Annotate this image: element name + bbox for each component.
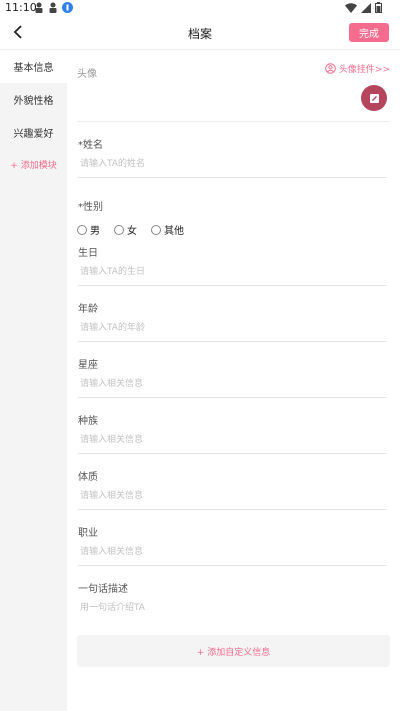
oneliner-label: 一句话描述 [78, 584, 128, 595]
name-input[interactable] [78, 150, 387, 178]
user-circle-icon [325, 63, 336, 74]
status-time: 11:10 [5, 1, 37, 14]
done-button[interactable]: 完成 [349, 23, 389, 42]
person-icon [49, 2, 57, 13]
gender-radio-male[interactable]: 男 [77, 222, 100, 237]
avatar-row: 头像 头像挂件>> [77, 62, 390, 80]
oneliner-field: 一句话描述 [78, 580, 387, 622]
edit-icon [369, 93, 379, 103]
zodiac-field: 星座 [78, 356, 387, 398]
oneliner-input[interactable] [78, 594, 387, 622]
race-field: 种族 [78, 412, 387, 454]
person-icon [35, 2, 43, 13]
notification-app-icon [62, 2, 73, 13]
job-input[interactable] [78, 538, 387, 566]
header: 档案 完成 [0, 16, 400, 50]
gender-label: *性别 [78, 202, 103, 213]
job-field: 职业 [78, 524, 387, 566]
job-label: 职业 [78, 528, 98, 539]
sidebar-item-appearance[interactable]: 外貌性格 [0, 83, 67, 116]
gender-field: *性别 [78, 198, 387, 213]
race-label: 种族 [78, 416, 98, 427]
radio-circle-icon [151, 224, 161, 235]
radio-circle-icon [114, 224, 124, 235]
avatar-widget-link[interactable]: 头像挂件>> [325, 62, 390, 75]
zodiac-input[interactable] [78, 370, 387, 398]
status-bar: 11:10 [0, 0, 400, 16]
signal-icon [361, 2, 371, 13]
birthday-label: 生日 [78, 248, 98, 259]
physique-label: 体质 [78, 472, 98, 483]
age-label: 年龄 [78, 304, 98, 315]
sidebar-item-hobbies[interactable]: 兴趣爱好 [0, 116, 67, 149]
status-right-icons [345, 2, 382, 13]
age-field: 年龄 [78, 300, 387, 342]
gender-option-label: 其他 [164, 226, 184, 237]
birthday-field: 生日 [78, 244, 387, 286]
avatar-widget-label: 头像挂件>> [338, 65, 390, 75]
gender-radio-female[interactable]: 女 [114, 222, 137, 237]
name-field: *姓名 [78, 136, 387, 178]
gender-radio-other[interactable]: 其他 [151, 222, 184, 237]
add-module-button[interactable]: + 添加模块 [0, 149, 67, 179]
radio-circle-icon [77, 224, 87, 235]
zodiac-label: 星座 [78, 360, 98, 371]
age-input[interactable] [78, 314, 387, 342]
avatar-area [77, 80, 390, 122]
gender-option-label: 女 [127, 226, 137, 237]
page-title: 档案 [187, 27, 212, 41]
race-input[interactable] [78, 426, 387, 454]
sidebar: 基本信息 外貌性格 兴趣爱好 + 添加模块 [0, 50, 67, 711]
birthday-input[interactable] [78, 258, 387, 286]
avatar-edit-button[interactable] [361, 85, 387, 111]
avatar-label: 头像 [77, 69, 97, 80]
wifi-icon [345, 2, 357, 13]
profile-form: 头像 头像挂件>> *姓名 *性别 男 女 其他 生日 年龄 星座 种族 [67, 50, 400, 711]
name-label: *姓名 [78, 140, 103, 151]
gender-option-label: 男 [90, 226, 100, 237]
physique-field: 体质 [78, 468, 387, 510]
gender-options: 男 女 其他 [77, 222, 184, 237]
battery-icon [375, 2, 382, 13]
add-custom-info-button[interactable]: + 添加自定义信息 [77, 635, 390, 667]
sidebar-item-basic-info[interactable]: 基本信息 [0, 50, 67, 83]
physique-input[interactable] [78, 482, 387, 510]
